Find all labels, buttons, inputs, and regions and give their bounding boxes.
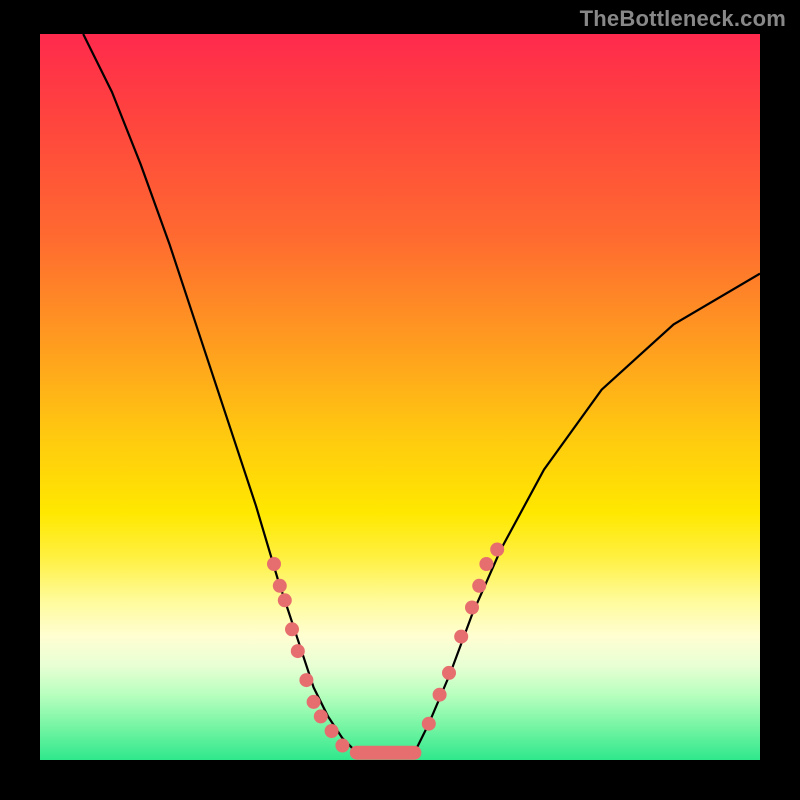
marker-dot — [479, 557, 493, 571]
marker-dot — [325, 724, 339, 738]
markers-left — [267, 557, 349, 753]
marker-dot — [442, 666, 456, 680]
marker-dot — [422, 717, 436, 731]
plot-area — [40, 34, 760, 760]
marker-dot — [454, 630, 468, 644]
watermark-text: TheBottleneck.com — [580, 6, 786, 32]
right-curve — [414, 274, 760, 753]
marker-dot — [267, 557, 281, 571]
marker-dot — [335, 739, 349, 753]
marker-dot — [291, 644, 305, 658]
left-curve — [83, 34, 357, 753]
chart-frame: TheBottleneck.com — [0, 0, 800, 800]
marker-dot — [278, 593, 292, 607]
marker-dot — [299, 673, 313, 687]
marker-dot — [433, 688, 447, 702]
marker-dot — [490, 543, 504, 557]
marker-dot — [314, 709, 328, 723]
chart-svg — [40, 34, 760, 760]
marker-dot — [307, 695, 321, 709]
marker-dot — [465, 601, 479, 615]
marker-dot — [273, 579, 287, 593]
marker-dot — [285, 622, 299, 636]
marker-dot — [472, 579, 486, 593]
